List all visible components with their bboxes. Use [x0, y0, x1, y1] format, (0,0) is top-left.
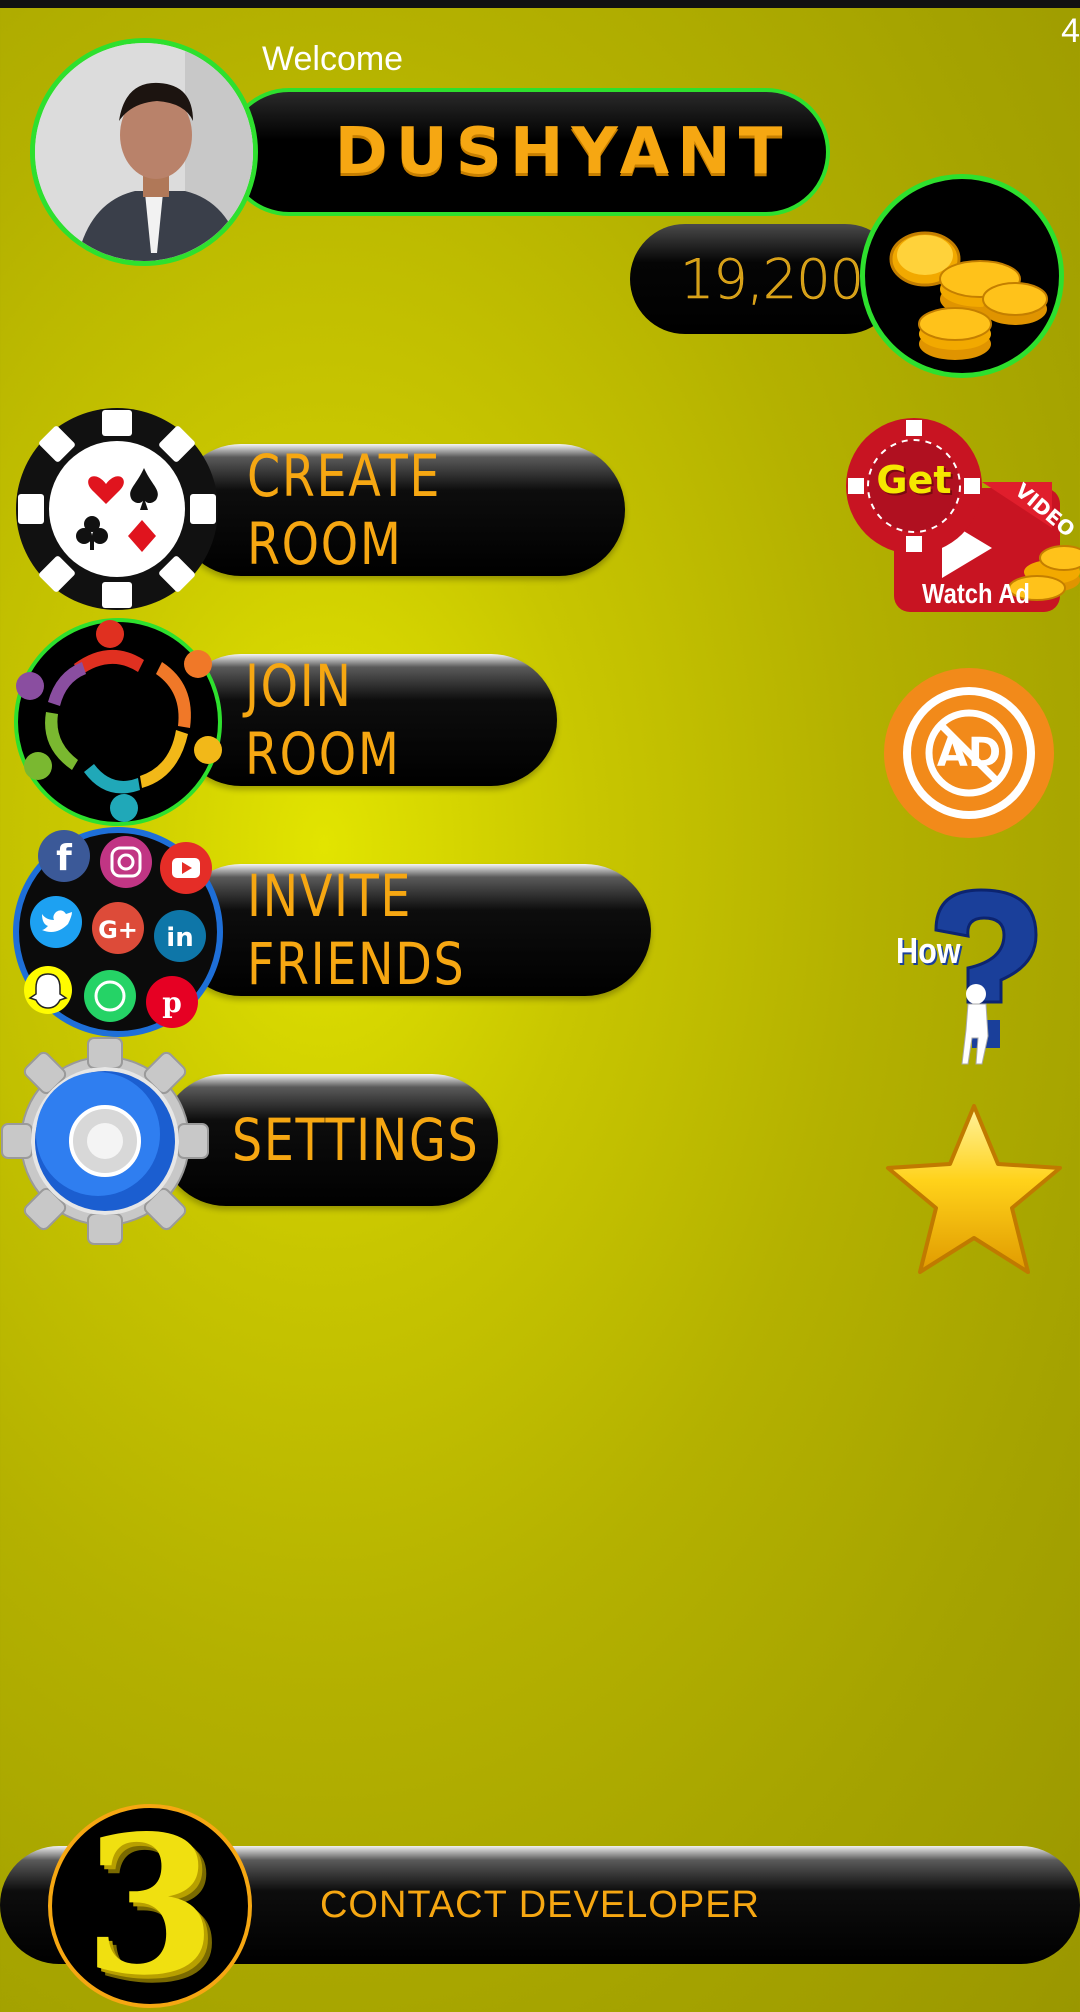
how-to-play-button[interactable]: How [896, 880, 1046, 1070]
watch-ad-button[interactable]: Get VIDEO Watch Ad [842, 418, 1080, 618]
ad-text: AD [936, 730, 1002, 776]
invite-friends-label: INVITE FRIENDS [247, 862, 466, 998]
watch-ad-text: Watch Ad [922, 578, 1030, 609]
settings-label: SETTINGS [232, 1106, 480, 1174]
avatar[interactable] [30, 38, 258, 266]
status-number: 4 [1061, 12, 1080, 50]
svg-text:f: f [56, 838, 72, 879]
coin-value: 19,200 [680, 247, 864, 311]
player-name: DUSHYANT [334, 115, 791, 189]
svg-text:in: in [166, 923, 193, 953]
app-logo: 3 [48, 1804, 252, 2008]
gear-icon [0, 1036, 210, 1246]
status-bar [0, 0, 1080, 8]
people-circle-icon [12, 616, 224, 828]
join-room-label: JOIN ROOM [245, 652, 401, 788]
remove-ads-button[interactable]: AD [884, 668, 1054, 838]
logo-number: 3 [83, 1794, 217, 2012]
gold-coins-icon[interactable] [860, 174, 1064, 378]
join-room-button[interactable]: JOIN ROOM [175, 652, 557, 788]
create-room-button[interactable]: CREATE ROOM [175, 442, 625, 578]
svg-text:G+: G+ [98, 916, 138, 944]
invite-friends-button[interactable]: INVITE FRIENDS [175, 862, 651, 998]
how-text: How [896, 930, 961, 971]
welcome-text: Welcome [262, 40, 404, 78]
settings-button[interactable]: SETTINGS [160, 1074, 498, 1206]
svg-text:p: p [162, 986, 182, 1019]
star-icon[interactable] [884, 1102, 1064, 1278]
poker-chip-icon [14, 406, 220, 612]
create-room-label: CREATE ROOM [247, 442, 442, 578]
social-media-icon: f G+ in p [12, 826, 224, 1038]
get-text: Get [876, 458, 952, 502]
contact-developer-label: CONTACT DEVELOPER [319, 1883, 760, 1926]
player-name-banner: DUSHYANT [225, 88, 830, 216]
